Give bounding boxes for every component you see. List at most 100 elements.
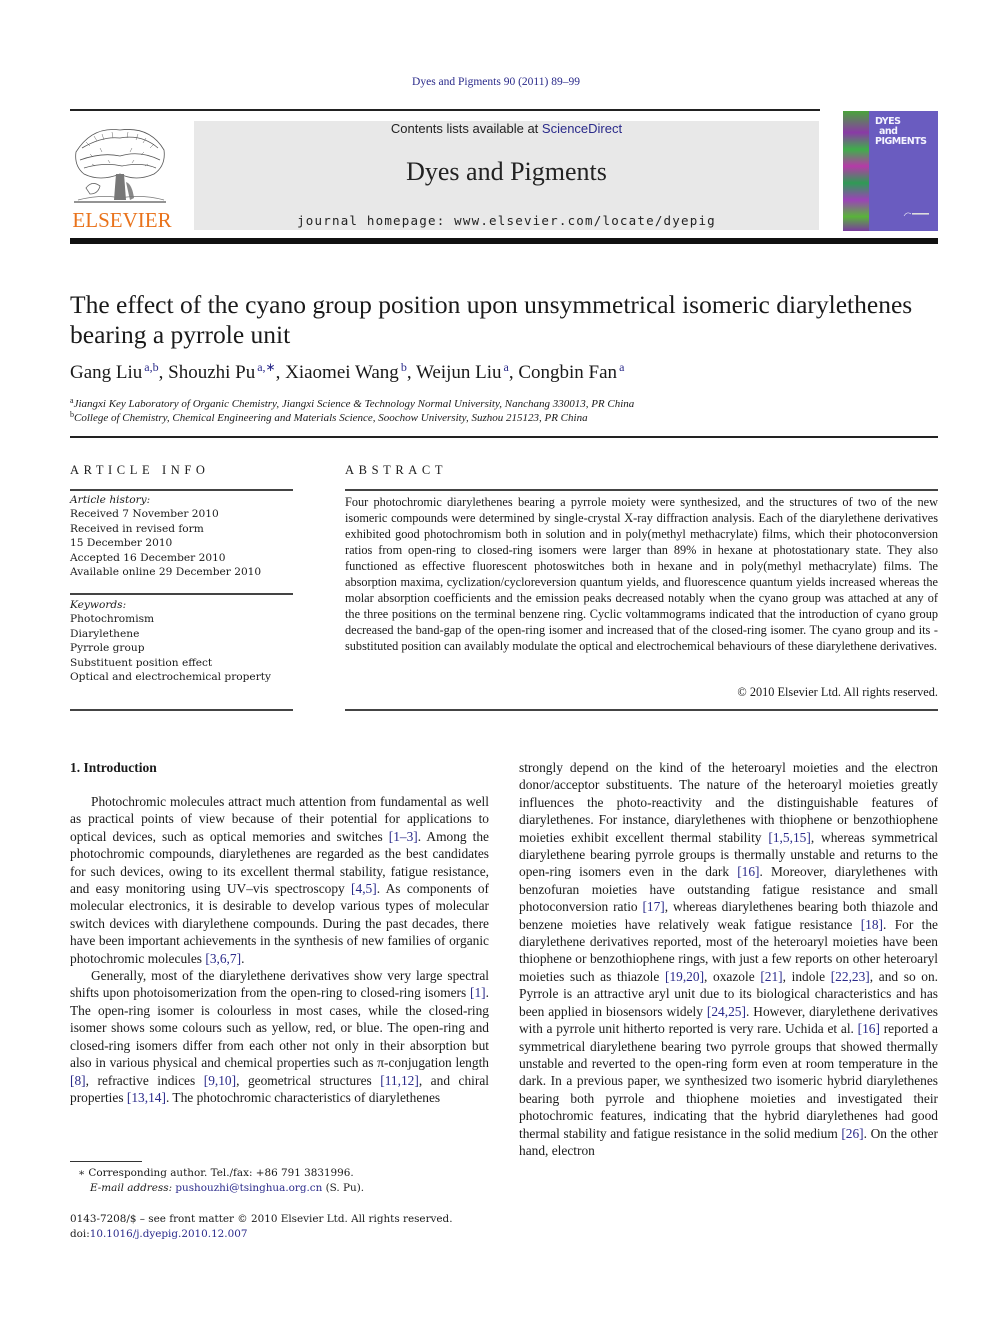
citation-link[interactable]: [1,5,15] xyxy=(768,830,810,845)
email-suffix: (S. Pu). xyxy=(322,1182,365,1194)
sciencedirect-logo-icon xyxy=(903,212,929,217)
author-name[interactable]: Gang Liu xyxy=(70,362,142,383)
body-text: , geometrical structures xyxy=(236,1072,381,1088)
cover-title-line: PIGMENTS xyxy=(875,136,927,147)
cover-title: DYES and PIGMENTS xyxy=(875,117,927,147)
body-text: , oxazole xyxy=(704,968,761,984)
elsevier-tree-icon xyxy=(74,129,166,203)
author-affiliation-mark[interactable]: b xyxy=(401,360,407,374)
article-info-rule xyxy=(70,489,293,491)
abstract-rule xyxy=(345,489,938,491)
body-text: Generally, most of the diarylethene deri… xyxy=(70,968,489,1001)
abstract-heading: ABSTRACT xyxy=(345,463,448,477)
elsevier-wordmark: ELSEVIER xyxy=(72,208,172,232)
body-text: , refractive indices xyxy=(85,1072,204,1088)
citation-link[interactable]: [26] xyxy=(841,1126,863,1141)
article-info-bottom-rule xyxy=(70,709,293,711)
issn-line: 0143-7208/$ – see front matter © 2010 El… xyxy=(70,1213,453,1225)
citation-link[interactable]: [9,10] xyxy=(204,1073,236,1088)
elsevier-logo[interactable]: ELSEVIER xyxy=(70,120,175,232)
citation-link[interactable]: [13,14] xyxy=(127,1090,166,1105)
citation-link[interactable]: [1] xyxy=(470,985,486,1000)
author-affiliation-mark[interactable]: a,b xyxy=(144,360,158,374)
journal-citation-link[interactable]: Dyes and Pigments 90 (2011) 89–99 xyxy=(0,76,992,88)
email-line: E-mail address: pushouzhi@tsinghua.org.c… xyxy=(70,1181,490,1196)
author-name[interactable]: Shouzhi Pu xyxy=(168,362,255,383)
citation-link[interactable]: [11,12] xyxy=(380,1073,419,1088)
abstract-copyright: © 2010 Elsevier Ltd. All rights reserved… xyxy=(737,685,938,699)
journal-name: Dyes and Pigments xyxy=(406,157,607,186)
keywords-rule xyxy=(70,593,293,595)
masthead-thick-rule xyxy=(70,238,938,244)
body-column-right: strongly depend on the kind of the heter… xyxy=(519,759,938,1159)
body-column-left: Photochromic molecules attract much atte… xyxy=(70,793,489,1106)
history-item: Available online 29 December 2010 xyxy=(70,566,262,579)
contents-prefix: Contents lists available at xyxy=(390,121,542,136)
body-text: . xyxy=(241,950,245,966)
citation-link[interactable]: [24,25] xyxy=(707,1004,746,1019)
affiliation-text: College of Chemistry, Chemical Engineeri… xyxy=(74,412,588,424)
doi-link[interactable]: 10.1016/j.dyepig.2010.12.007 xyxy=(90,1228,248,1240)
author-name[interactable]: Congbin Fan xyxy=(518,362,617,383)
article-info-heading: ARTICLE INFO xyxy=(70,463,210,477)
body-text: , indole xyxy=(782,968,831,984)
footnote-rule xyxy=(70,1161,142,1162)
history-item: 15 December 2010 xyxy=(70,537,173,550)
email-label: E-mail address: xyxy=(90,1182,176,1194)
history-item: Accepted 16 December 2010 xyxy=(70,551,226,564)
body-paragraph: Photochromic molecules attract much atte… xyxy=(70,793,489,967)
author-affiliation-mark[interactable]: a xyxy=(504,360,509,374)
body-paragraph: strongly depend on the kind of the heter… xyxy=(519,759,938,1159)
keyword-item[interactable]: Photochromism xyxy=(70,612,295,626)
author-affiliation-mark[interactable]: a xyxy=(619,360,624,374)
header-rule xyxy=(70,109,820,111)
journal-homepage-link[interactable]: journal homepage: www.elsevier.com/locat… xyxy=(194,213,819,228)
author-affiliation-mark[interactable]: a,∗ xyxy=(257,360,275,374)
article-title: The effect of the cyano group position u… xyxy=(70,290,913,349)
citation-link[interactable]: [1–3] xyxy=(389,829,418,844)
doi-line: doi:10.1016/j.dyepig.2010.12.007 xyxy=(70,1227,510,1242)
corresponding-author-line: ∗ Corresponding author. Tel./fax: +86 79… xyxy=(78,1167,354,1179)
journal-cover-thumbnail[interactable]: DYES and PIGMENTS xyxy=(843,111,938,231)
cover-artwork xyxy=(843,111,869,231)
citation-link[interactable]: [8] xyxy=(70,1073,86,1088)
body-text: reported a symmetrical diarylethene bear… xyxy=(519,1021,938,1141)
citation-link[interactable]: [19,20] xyxy=(665,969,704,984)
corresponding-author-footnote: ∗ Corresponding author. Tel./fax: +86 79… xyxy=(70,1166,490,1196)
affiliation-text: Jiangxi Key Laboratory of Organic Chemis… xyxy=(73,398,635,410)
citation-link[interactable]: [3,6,7] xyxy=(205,951,241,966)
introduction-heading: 1. Introduction xyxy=(70,760,157,775)
sciencedirect-link[interactable]: ScienceDirect xyxy=(542,121,622,136)
author-name[interactable]: Weijun Liu xyxy=(416,362,502,383)
citation-link[interactable]: [16] xyxy=(737,864,759,879)
abstract-bottom-rule xyxy=(345,709,938,711)
email-link[interactable]: pushouzhi@tsinghua.org.cn xyxy=(175,1182,322,1194)
keyword-item[interactable]: Optical and electrochemical property xyxy=(70,670,295,684)
citation-link[interactable]: [22,23] xyxy=(831,969,870,984)
keyword-item[interactable]: Substituent position effect xyxy=(70,656,295,670)
citation-link[interactable]: [17] xyxy=(642,899,664,914)
history-item: Received 7 November 2010 xyxy=(70,508,219,521)
affiliation-a: aJiangxi Key Laboratory of Organic Chemi… xyxy=(70,396,634,410)
contents-availability: Contents lists available at ScienceDirec… xyxy=(194,121,819,136)
keywords-label: Keywords: xyxy=(70,599,127,611)
abstract-body: Four photochromic diarylethenes bearing … xyxy=(345,495,938,653)
body-text: . The photochromic characteristics of di… xyxy=(165,1089,441,1105)
author-list: Gang Liu a,b, Shouzhi Pu a,∗, Xiaomei Wang… xyxy=(70,360,625,383)
citation-link[interactable]: [16] xyxy=(858,1021,880,1036)
issn-doi-block: 0143-7208/$ – see front matter © 2010 El… xyxy=(70,1212,510,1242)
body-paragraph: Generally, most of the diarylethene deri… xyxy=(70,967,489,1106)
keywords-block: Keywords: Photochromism Diarylethene Pyr… xyxy=(70,598,295,684)
citation-link[interactable]: [4,5] xyxy=(351,881,377,896)
author-name[interactable]: Xiaomei Wang xyxy=(285,362,399,383)
citation-link[interactable]: [18] xyxy=(861,917,883,932)
journal-masthead: Contents lists available at ScienceDirec… xyxy=(194,121,819,230)
doi-label: doi: xyxy=(70,1228,90,1240)
affiliation-b: bCollege of Chemistry, Chemical Engineer… xyxy=(70,410,588,424)
citation-link[interactable]: [21] xyxy=(760,969,782,984)
article-history: Article history: Received 7 November 201… xyxy=(70,493,295,579)
keyword-item[interactable]: Diarylethene xyxy=(70,627,295,641)
history-label: Article history: xyxy=(70,494,151,506)
section-divider xyxy=(70,436,938,438)
keyword-item[interactable]: Pyrrole group xyxy=(70,641,295,655)
